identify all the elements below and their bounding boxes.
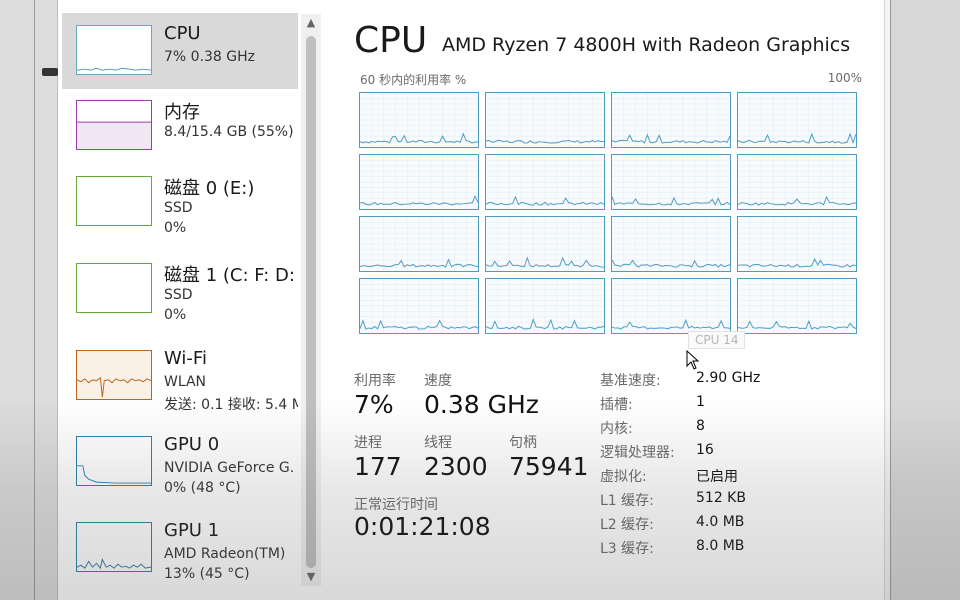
uptime-label: 正常运行时间 — [354, 497, 438, 513]
sidebar-item-detail: 8.4/15.4 GB (55%) — [164, 124, 294, 140]
sidebar-item-title: 磁盘 0 (E:) — [164, 178, 255, 199]
sidebar-scrollbar[interactable]: ▲ ▼ — [301, 14, 321, 586]
disk0-mini-graph — [76, 176, 152, 226]
spec-key: 内核: — [600, 421, 633, 437]
disk1-mini-graph — [76, 263, 152, 313]
scroll-down-icon[interactable]: ▼ — [301, 568, 321, 586]
utilization-value: 7% — [354, 390, 394, 419]
logical-processor-graph[interactable] — [359, 92, 479, 148]
spec-key: 逻辑处理器: — [600, 445, 675, 461]
performance-sidebar: CPU 7% 0.38 GHz 内存 8.4/15.4 GB (55%) 磁盘 … — [62, 10, 298, 590]
logical-processor-graph[interactable] — [611, 278, 731, 334]
handles-label: 句柄 — [509, 435, 537, 451]
spec-value: 8 — [696, 418, 705, 434]
threads-value: 2300 — [424, 452, 488, 481]
sidebar-item-disk0[interactable]: 磁盘 0 (E:) SSD 0% — [62, 164, 298, 240]
sidebar-item-usage: 0% — [164, 307, 187, 323]
spec-key: L1 缓存: — [600, 493, 654, 509]
speed-label: 速度 — [424, 373, 452, 389]
speed-value: 0.38 GHz — [424, 390, 539, 419]
sidebar-item-title: GPU 1 — [164, 520, 220, 541]
desktop-background-right — [890, 0, 960, 600]
spec-value: 1 — [696, 394, 705, 410]
sidebar-item-model: NVIDIA GeForce G. — [164, 460, 295, 476]
spec-value: 512 KB — [696, 490, 746, 506]
sidebar-item-throughput: 发送: 0.1 接收: 5.4 M — [164, 397, 298, 413]
sidebar-item-detail: 7% 0.38 GHz — [164, 49, 256, 65]
max-scale-caption: 100% — [827, 71, 862, 85]
sidebar-item-title: CPU — [164, 23, 201, 44]
sidebar-item-usage: 0% (48 °C) — [164, 480, 241, 496]
page-title: CPU — [354, 20, 428, 61]
gpu0-mini-graph — [76, 436, 152, 486]
gpu1-mini-graph — [76, 522, 152, 572]
cpu-mini-graph — [76, 25, 152, 75]
mouse-cursor-icon — [686, 350, 700, 370]
task-manager-window: CPU 7% 0.38 GHz 内存 8.4/15.4 GB (55%) 磁盘 … — [58, 0, 890, 600]
uptime-value: 0:01:21:08 — [354, 512, 491, 541]
logical-processor-graph[interactable] — [611, 92, 731, 148]
cpu-detail-panel: CPU AMD Ryzen 7 4800H with Radeon Graphi… — [354, 0, 874, 600]
logical-processor-graph[interactable] — [359, 216, 479, 272]
desktop-divider — [34, 0, 35, 600]
logical-processor-graph[interactable] — [611, 216, 731, 272]
logical-processor-graph[interactable] — [359, 278, 479, 334]
sidebar-item-usage: 0% — [164, 220, 187, 236]
logical-processor-graph[interactable] — [485, 278, 605, 334]
spec-key: 虚拟化: — [600, 469, 647, 485]
sidebar-item-type: SSD — [164, 287, 193, 303]
sidebar-item-gpu1[interactable]: GPU 1 AMD Radeon(TM) 13% (45 °C) — [62, 510, 298, 586]
logical-processor-graph-grid — [359, 92, 859, 334]
window-right-border — [884, 0, 890, 600]
desktop-background-left — [0, 0, 58, 600]
sidebar-item-memory[interactable]: 内存 8.4/15.4 GB (55%) — [62, 88, 298, 164]
spec-value: 16 — [696, 442, 714, 458]
sidebar-item-title: GPU 0 — [164, 434, 220, 455]
sidebar-item-type: SSD — [164, 200, 193, 216]
sidebar-item-title: 磁盘 1 (C: F: D: — [164, 265, 295, 286]
scroll-up-icon[interactable]: ▲ — [301, 14, 321, 32]
logical-processor-graph[interactable] — [485, 92, 605, 148]
sidebar-item-adapter: WLAN — [164, 374, 207, 390]
logical-processor-graph[interactable] — [485, 154, 605, 210]
threads-label: 线程 — [424, 435, 452, 451]
logical-processor-graph[interactable] — [737, 154, 857, 210]
spec-value: 已启用 — [696, 469, 738, 485]
sidebar-item-disk1[interactable]: 磁盘 1 (C: F: D: SSD 0% — [62, 251, 298, 327]
scrollbar-thumb[interactable] — [306, 36, 316, 568]
logical-processor-graph[interactable] — [737, 216, 857, 272]
utilization-label: 利用率 — [354, 373, 396, 389]
processes-value: 177 — [354, 452, 402, 481]
spec-key: 基准速度: — [600, 373, 661, 389]
spec-value: 8.0 MB — [696, 538, 745, 554]
logical-processor-graph[interactable] — [485, 216, 605, 272]
tooltip: CPU 14 — [688, 331, 746, 349]
sidebar-item-cpu[interactable]: CPU 7% 0.38 GHz — [62, 13, 298, 89]
logical-processor-graph[interactable] — [359, 154, 479, 210]
utilization-caption: 60 秒内的利用率 % — [360, 73, 467, 87]
sidebar-item-gpu0[interactable]: GPU 0 NVIDIA GeForce G. 0% (48 °C) — [62, 424, 298, 500]
sidebar-item-wifi[interactable]: Wi-Fi WLAN 发送: 0.1 接收: 5.4 M — [62, 338, 298, 414]
handles-value: 75941 — [509, 452, 589, 481]
memory-mini-graph — [76, 100, 152, 150]
processes-label: 进程 — [354, 435, 382, 451]
cpu-model-name: AMD Ryzen 7 4800H with Radeon Graphics — [442, 34, 851, 56]
sidebar-item-title: Wi-Fi — [164, 348, 207, 369]
spec-key: L2 缓存: — [600, 517, 654, 533]
spec-key: 插槽: — [600, 397, 633, 413]
spec-key: L3 缓存: — [600, 541, 654, 557]
wifi-mini-graph — [76, 350, 152, 400]
spec-value: 4.0 MB — [696, 514, 745, 530]
sidebar-item-title: 内存 — [164, 102, 200, 123]
logical-processor-graph[interactable] — [737, 92, 857, 148]
sidebar-item-usage: 13% (45 °C) — [164, 566, 250, 582]
spec-value: 2.90 GHz — [696, 370, 761, 386]
logical-processor-graph[interactable] — [611, 154, 731, 210]
sidebar-item-model: AMD Radeon(TM) — [164, 546, 286, 562]
desktop-icon-fragment — [42, 68, 58, 76]
logical-processor-graph[interactable] — [737, 278, 857, 334]
